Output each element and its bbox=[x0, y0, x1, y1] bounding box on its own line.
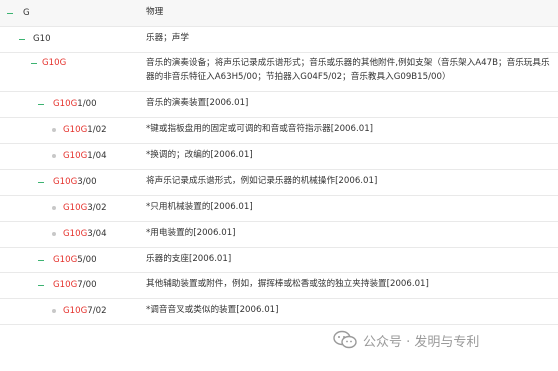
tree-row[interactable]: G10G1/02 *键或指板盘用的固定或可调的和音或音符指示器[2006.01] bbox=[0, 117, 558, 144]
tree-row-code[interactable]: G10G7/00 bbox=[53, 279, 97, 291]
tree-row-code[interactable]: G10G bbox=[42, 57, 66, 69]
tree-row-code[interactable]: G10G3/02 bbox=[63, 202, 107, 214]
tree-row-code[interactable]: G10G3/04 bbox=[63, 228, 107, 240]
tree-row[interactable]: G10G1/04 *换调的；改编的[2006.01] bbox=[0, 143, 558, 170]
tree-row-description: *调音音叉或类似的装置[2006.01] bbox=[146, 305, 279, 315]
code-prefix: G10G bbox=[53, 254, 78, 265]
code-suffix: 3/04 bbox=[87, 229, 107, 239]
tree-row-description: 乐器；声学 bbox=[146, 33, 189, 43]
tree-row-code[interactable]: G10G1/00 bbox=[53, 98, 97, 110]
code-suffix: 3/02 bbox=[87, 203, 107, 213]
tree-row[interactable]: G10G 音乐的演奏设备；将声乐记录成乐谱形式；音乐或乐器的其他附件,例如支架（音… bbox=[0, 52, 558, 92]
tree-row-description: 将声乐记录成乐谱形式，例如记录乐器的机械操作[2006.01] bbox=[146, 176, 378, 186]
code-suffix: 7/02 bbox=[87, 306, 107, 316]
tree-row-description: 音乐的演奏装置[2006.01] bbox=[146, 98, 249, 108]
tree-row-description: *换调的；改编的[2006.01] bbox=[146, 150, 253, 160]
tree-row[interactable]: G10G7/00 其他辅助装置或附件，例如，摒挥棒或松香或弦的独立夹持装置[200… bbox=[0, 272, 558, 299]
code-prefix: G10G bbox=[63, 229, 88, 239]
tree-row-code[interactable]: G10 bbox=[33, 33, 51, 45]
code-suffix: 1/04 bbox=[87, 151, 107, 161]
code-prefix: G10G bbox=[63, 151, 88, 161]
bullet-dot-icon bbox=[52, 232, 56, 236]
code-prefix: G10G bbox=[63, 306, 88, 316]
tree-row-code[interactable]: G10G7/02 bbox=[63, 305, 107, 317]
tree-row-code[interactable]: G10G1/02 bbox=[63, 124, 107, 136]
tree-row-description: 音乐的演奏设备；将声乐记录成乐谱形式；音乐或乐器的其他附件,例如支架（音乐架入A… bbox=[146, 58, 550, 82]
code-suffix: 7/00 bbox=[77, 280, 97, 290]
tree-row[interactable]: G10G1/00 音乐的演奏装置[2006.01] bbox=[0, 91, 558, 118]
tree-row[interactable]: G10 乐器；声学 bbox=[0, 26, 558, 53]
code-suffix: 5/00 bbox=[77, 254, 97, 265]
tree-row-description: 物理 bbox=[146, 7, 164, 17]
tree-row[interactable]: G 物理 bbox=[0, 0, 558, 27]
bullet-dot-icon bbox=[52, 154, 56, 158]
bullet-dot-icon bbox=[52, 309, 56, 313]
tree-row-description: 其他辅助装置或附件，例如，摒挥棒或松香或弦的独立夹持装置[2006.01] bbox=[146, 279, 429, 289]
tree-row-description: *只用机械装置的[2006.01] bbox=[146, 202, 253, 212]
code-suffix: G10 bbox=[33, 34, 51, 44]
code-prefix: G10G bbox=[53, 177, 78, 187]
code-prefix: G10G bbox=[63, 125, 88, 135]
tree-row-code[interactable]: G10G1/04 bbox=[63, 150, 107, 162]
tree-row[interactable]: G10G7/02 *调音音叉或类似的装置[2006.01] bbox=[0, 298, 558, 325]
bullet-dot-icon bbox=[52, 206, 56, 210]
code-suffix: 1/00 bbox=[77, 99, 97, 109]
tree-row-code[interactable]: G10G5/00 bbox=[53, 254, 97, 266]
collapse-dash-icon[interactable] bbox=[31, 63, 37, 64]
tree-row[interactable]: G10G5/00 乐器的支座[2006.01] bbox=[0, 247, 558, 273]
watermark-text: 公众号 · 发明与专利 bbox=[363, 334, 480, 350]
bullet-dot-icon bbox=[52, 128, 56, 132]
tree-row[interactable]: G10G3/00 将声乐记录成乐谱形式，例如记录乐器的机械操作[2006.01] bbox=[0, 169, 558, 196]
tree-row-description: *键或指板盘用的固定或可调的和音或音符指示器[2006.01] bbox=[146, 124, 374, 134]
code-suffix: 1/02 bbox=[87, 125, 107, 135]
code-prefix: G10G bbox=[63, 203, 88, 213]
tree-row-description: *用电装置的[2006.01] bbox=[146, 228, 236, 238]
tree-row-code[interactable]: G10G3/00 bbox=[53, 176, 97, 188]
tree-row[interactable]: G10G3/02 *只用机械装置的[2006.01] bbox=[0, 195, 558, 222]
watermark: 公众号 · 发明与专利 bbox=[333, 326, 479, 354]
code-prefix: G10G bbox=[53, 280, 78, 290]
collapse-dash-icon[interactable] bbox=[38, 104, 44, 105]
code-suffix: G bbox=[23, 8, 30, 18]
wechat-icon bbox=[333, 330, 357, 349]
tree-row-description: 乐器的支座[2006.01] bbox=[146, 253, 232, 264]
collapse-dash-icon[interactable] bbox=[38, 285, 44, 286]
tree-row-code[interactable]: G bbox=[23, 7, 30, 19]
code-prefix: G10G bbox=[42, 58, 67, 68]
code-prefix: G10G bbox=[53, 99, 78, 109]
collapse-dash-icon[interactable] bbox=[7, 13, 13, 14]
collapse-dash-icon[interactable] bbox=[38, 182, 44, 183]
collapse-dash-icon[interactable] bbox=[38, 259, 44, 261]
collapse-dash-icon[interactable] bbox=[19, 39, 25, 40]
code-suffix: 3/00 bbox=[77, 177, 97, 187]
tree-row[interactable]: G10G3/04 *用电装置的[2006.01] bbox=[0, 221, 558, 248]
